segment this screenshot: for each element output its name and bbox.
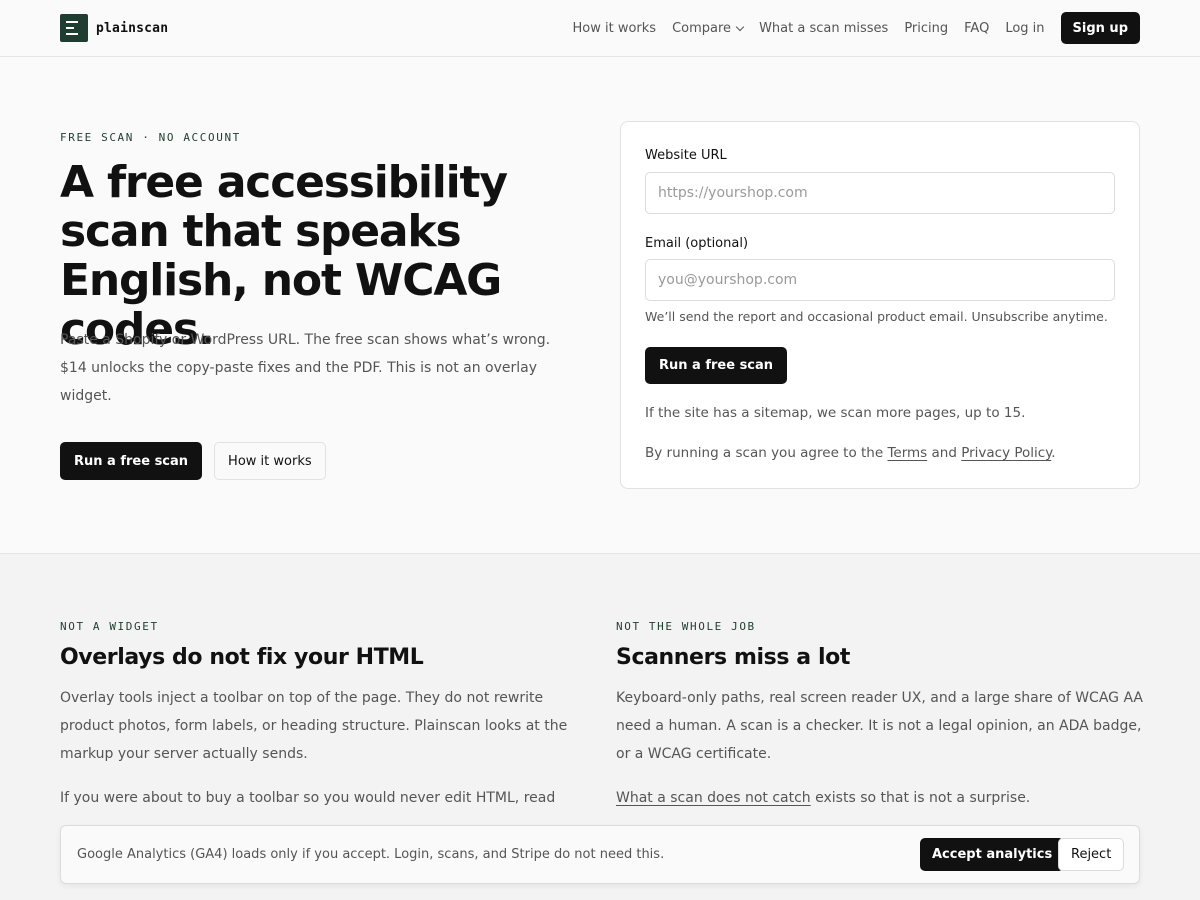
url-label: Website URL: [645, 148, 727, 163]
sign-up-button[interactable]: Sign up: [1060, 12, 1140, 44]
nav-compare[interactable]: Compare: [672, 20, 745, 36]
terms-prefix: By running a scan you agree to the: [645, 445, 888, 461]
link-suffix: exists so that is not a surprise.: [810, 790, 1031, 806]
section-body-2: What a scan does not catch exists so tha…: [616, 784, 1146, 812]
hero-description: Paste a Shopify or WordPress URL. The fr…: [60, 332, 551, 404]
cookie-banner: Google Analytics (GA4) loads only if you…: [60, 825, 1140, 884]
section-body: Keyboard-only paths, real screen reader …: [616, 690, 1144, 762]
nav-pricing[interactable]: Pricing: [904, 21, 948, 36]
run-free-scan-button[interactable]: Run a free scan: [60, 442, 203, 480]
terms-note: By running a scan you agree to the Terms…: [645, 445, 1056, 461]
email-input[interactable]: [645, 259, 1115, 301]
terms-and: and: [927, 445, 962, 461]
section-body-2: If you were about to buy a toolbar so yo…: [60, 790, 556, 806]
logo[interactable]: plainscan: [60, 14, 168, 42]
scan-form: Website URL Email (optional) We’ll send …: [620, 121, 1140, 489]
not-a-widget-column: NOT A WIDGET Overlays do not fix your HT…: [60, 620, 590, 812]
nav-how-it-works[interactable]: How it works: [573, 21, 657, 36]
section-title: Overlays do not fix your HTML: [60, 645, 424, 670]
nav-compare-label: Compare: [672, 20, 732, 36]
hero-eyebrow: FREE SCAN · NO ACCOUNT: [60, 131, 241, 144]
email-hint: We’ll send the report and occasional pro…: [645, 309, 1108, 324]
privacy-policy-link[interactable]: Privacy Policy: [961, 445, 1051, 461]
email-label: Email (optional): [645, 236, 749, 251]
hero-actions: Run a free scan How it works: [60, 442, 326, 480]
sitemap-note: If the site has a sitemap, we scan more …: [645, 405, 1026, 421]
terms-link[interactable]: Terms: [887, 445, 927, 461]
submit-scan-button[interactable]: Run a free scan: [645, 347, 788, 384]
nav-what-a-scan-misses[interactable]: What a scan misses: [759, 21, 888, 36]
reject-button[interactable]: Reject: [1058, 838, 1125, 871]
cookie-text: Google Analytics (GA4) loads only if you…: [77, 847, 665, 862]
main-nav: How it works Compare What a scan misses …: [573, 12, 1140, 44]
hero-title: A free accessibility scan that speaks En…: [60, 157, 508, 355]
scanners-miss-column: NOT THE WHOLE JOB Scanners miss a lot Ke…: [616, 620, 1146, 812]
how-it-works-button[interactable]: How it works: [214, 442, 326, 480]
website-url-input[interactable]: [645, 172, 1115, 214]
nav-log-in[interactable]: Log in: [1005, 21, 1044, 36]
site-header: plainscan How it works Compare What a sc…: [0, 0, 1200, 57]
section-eyebrow: NOT THE WHOLE JOB: [616, 620, 756, 633]
terms-suffix: .: [1051, 445, 1056, 461]
chevron-down-icon: [735, 22, 745, 31]
nav-faq[interactable]: FAQ: [964, 21, 989, 36]
section-body: Overlay tools inject a toolbar on top of…: [60, 690, 568, 762]
accept-analytics-button[interactable]: Accept analytics: [920, 838, 1065, 871]
logo-icon: [60, 14, 88, 42]
section-title: Scanners miss a lot: [616, 645, 850, 670]
section-eyebrow: NOT A WIDGET: [60, 620, 159, 633]
what-a-scan-does-not-catch-link[interactable]: What a scan does not catch: [616, 790, 811, 806]
brand-name: plainscan: [96, 20, 169, 36]
